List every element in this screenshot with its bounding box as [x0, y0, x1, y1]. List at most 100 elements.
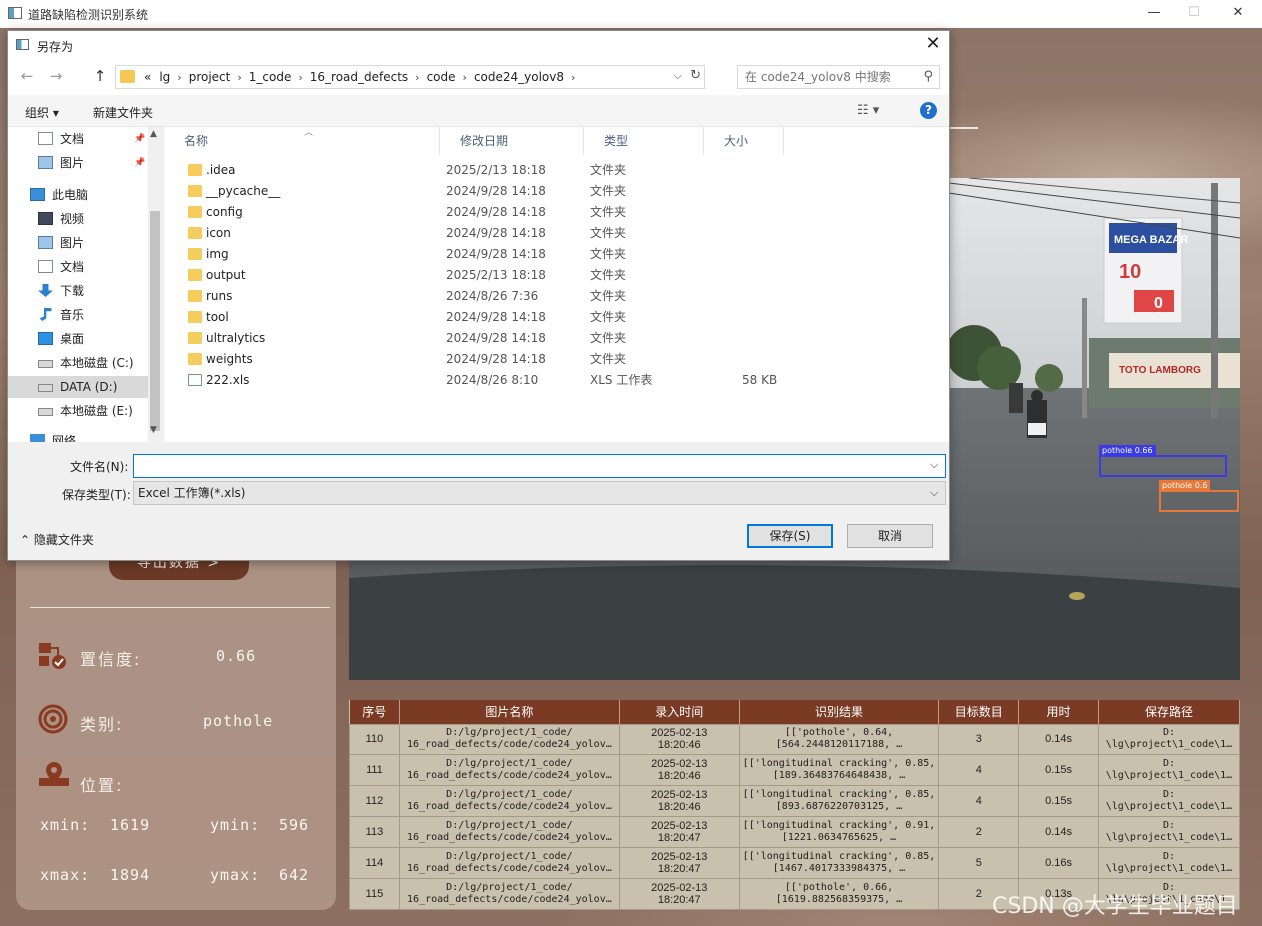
file-date: 2025/2/13 18:18 [446, 268, 546, 282]
minimize-button[interactable]: — [1144, 4, 1164, 22]
dialog-close-button[interactable]: ✕ [923, 34, 943, 54]
file-row[interactable]: __pycache__ 2024/9/28 14:18 文件夹 [164, 181, 949, 202]
cancel-button[interactable]: 取消 [847, 524, 933, 548]
column-type[interactable]: 类型 [584, 127, 704, 155]
nav-item[interactable]: 文档 📌 [8, 128, 148, 150]
file-row[interactable]: runs 2024/8/26 7:36 文件夹 [164, 286, 949, 307]
pin-icon[interactable]: 📌 [134, 128, 145, 150]
breadcrumb-item[interactable]: lg [159, 70, 170, 84]
breadcrumb-item[interactable]: project [189, 70, 231, 84]
chevron-right-icon[interactable]: › [415, 71, 419, 84]
scroll-up-icon[interactable]: ▲ [150, 129, 157, 139]
table-row[interactable]: 112 D:/lg/project/1_code/ 16_road_defects… [349, 785, 1241, 818]
nav-item[interactable]: 本地磁盘 (C:) [8, 352, 148, 374]
file-row[interactable]: ultralytics 2024/9/28 14:18 文件夹 [164, 328, 949, 349]
breadcrumb-item[interactable]: 16_road_defects [310, 70, 408, 84]
table-column-header[interactable]: 图片名称 [399, 700, 620, 724]
search-icon: ⚲ [923, 69, 933, 84]
help-icon[interactable]: ? [920, 102, 937, 119]
file-row[interactable]: 222.xls 2024/8/26 8:10 XLS 工作表 58 KB [164, 370, 949, 391]
table-cell: 0.14s [1018, 816, 1099, 849]
column-size[interactable]: 大小 [704, 127, 784, 155]
chevron-right-icon[interactable]: › [571, 71, 575, 84]
table-column-header[interactable]: 用时 [1018, 700, 1099, 724]
file-row[interactable]: output 2025/2/13 18:18 文件夹 [164, 265, 949, 286]
chevron-right-icon[interactable]: › [177, 71, 181, 84]
nav-item[interactable]: 本地磁盘 (E:) [8, 400, 148, 422]
file-date: 2024/8/26 7:36 [446, 289, 539, 303]
maximize-button[interactable]: ☐ [1184, 4, 1204, 22]
filetype-dropdown-icon[interactable]: ⌵ [930, 486, 938, 500]
detection-label: pothole 0.6 [1159, 480, 1211, 491]
table-column-header[interactable]: 录入时间 [619, 700, 740, 724]
filename-label: 文件名(N): [70, 460, 129, 474]
pin-icon[interactable]: 📌 [134, 152, 145, 174]
table-cell: 4 [938, 785, 1020, 818]
address-bar[interactable]: « lg › project › 1_code › 16_road_defects › code ›… [115, 65, 705, 89]
filename-input[interactable] [133, 454, 946, 478]
nav-item[interactable]: 下载 [8, 280, 148, 302]
breadcrumb-item[interactable]: 1_code [249, 70, 292, 84]
table-column-header[interactable]: 保存路径 [1098, 700, 1241, 724]
search-box[interactable]: ⚲ [737, 65, 940, 89]
file-row[interactable]: icon 2024/9/28 14:18 文件夹 [164, 223, 949, 244]
column-date[interactable]: 修改日期 [440, 127, 584, 155]
network-icon [30, 434, 45, 442]
sort-ascending-icon: ︿ [304, 128, 314, 138]
table-column-header[interactable]: 目标数目 [938, 700, 1020, 724]
billboard-number: 10 [1119, 261, 1141, 283]
hide-folders-toggle[interactable]: ⌃ 隐藏文件夹 [20, 531, 94, 548]
table-row[interactable]: 113 D:/lg/project/1_code/ 16_road_defects… [349, 816, 1241, 849]
computer-icon [30, 188, 45, 201]
nav-item[interactable]: 音乐 [8, 304, 148, 326]
file-row[interactable]: .idea 2025/2/13 18:18 文件夹 [164, 160, 949, 181]
scroll-down-icon[interactable]: ▼ [150, 425, 157, 435]
file-row[interactable]: weights 2024/9/28 14:18 文件夹 [164, 349, 949, 370]
up-button[interactable]: ↑ [90, 67, 110, 85]
view-options-icon[interactable]: ☷ ▾ [857, 103, 879, 118]
window-title: 道路缺陷检测识别系统 [28, 8, 149, 22]
refresh-icon[interactable]: ↻ [690, 68, 701, 83]
back-button[interactable]: ← [17, 67, 37, 85]
filename-dropdown-icon[interactable]: ⌵ [930, 458, 938, 472]
table-row[interactable]: 110 D:/lg/project/1_code/ 16_road_defects… [349, 723, 1241, 756]
breadcrumb-overflow[interactable]: « [144, 70, 151, 84]
nav-item[interactable]: 文档 [8, 256, 148, 278]
table-row[interactable]: 114 D:/lg/project/1_code/ 16_road_defects… [349, 847, 1241, 880]
new-folder-button[interactable]: 新建文件夹 [93, 104, 153, 121]
nav-item[interactable]: 视频 [8, 208, 148, 230]
table-cell: 2025-02-13 18:20:47 [618, 878, 740, 910]
file-row[interactable]: tool 2024/9/28 14:18 文件夹 [164, 307, 949, 328]
nav-item-label: 网络 [52, 434, 77, 442]
nav-item[interactable]: 桌面 [8, 328, 148, 350]
folder-icon [188, 164, 202, 176]
filetype-select[interactable]: Excel 工作簿(*.xls) [133, 481, 946, 505]
nav-item[interactable]: DATA (D:) [8, 376, 148, 398]
file-row[interactable]: img 2024/9/28 14:18 文件夹 [164, 244, 949, 265]
column-name[interactable]: 名称 ︿ [164, 127, 440, 155]
organize-menu[interactable]: 组织 ▾ [25, 104, 59, 121]
chevron-right-icon[interactable]: › [463, 71, 467, 84]
nav-item[interactable]: 图片 📌 [8, 152, 148, 174]
save-button[interactable]: 保存(S) [747, 524, 833, 548]
scrollbar-thumb[interactable] [150, 211, 160, 431]
nav-item[interactable]: 图片 [8, 232, 148, 254]
nav-item[interactable]: 此电脑 [8, 184, 148, 206]
chevron-right-icon[interactable]: › [298, 71, 302, 84]
table-column-header[interactable]: 识别结果 [739, 700, 940, 724]
close-button[interactable]: ✕ [1228, 4, 1248, 22]
table-column-header[interactable]: 序号 [349, 700, 400, 724]
address-dropdown-icon[interactable]: ⌵ [674, 69, 682, 83]
breadcrumb-item[interactable]: code24_yolov8 [474, 70, 564, 84]
breadcrumb-item[interactable]: code [427, 70, 456, 84]
forward-button[interactable]: → [46, 67, 66, 85]
file-row[interactable]: config 2024/9/28 14:18 文件夹 [164, 202, 949, 223]
filetype-label: 保存类型(T): [62, 488, 131, 502]
table-cell: 114 [349, 847, 400, 880]
search-input[interactable] [738, 66, 908, 88]
navigation-scrollbar[interactable]: ▲ ▼ [148, 127, 162, 442]
file-name: .idea [206, 163, 236, 177]
nav-item[interactable]: 网络 [8, 430, 148, 442]
table-row[interactable]: 111 D:/lg/project/1_code/ 16_road_defects… [349, 754, 1241, 787]
chevron-right-icon[interactable]: › [237, 71, 241, 84]
